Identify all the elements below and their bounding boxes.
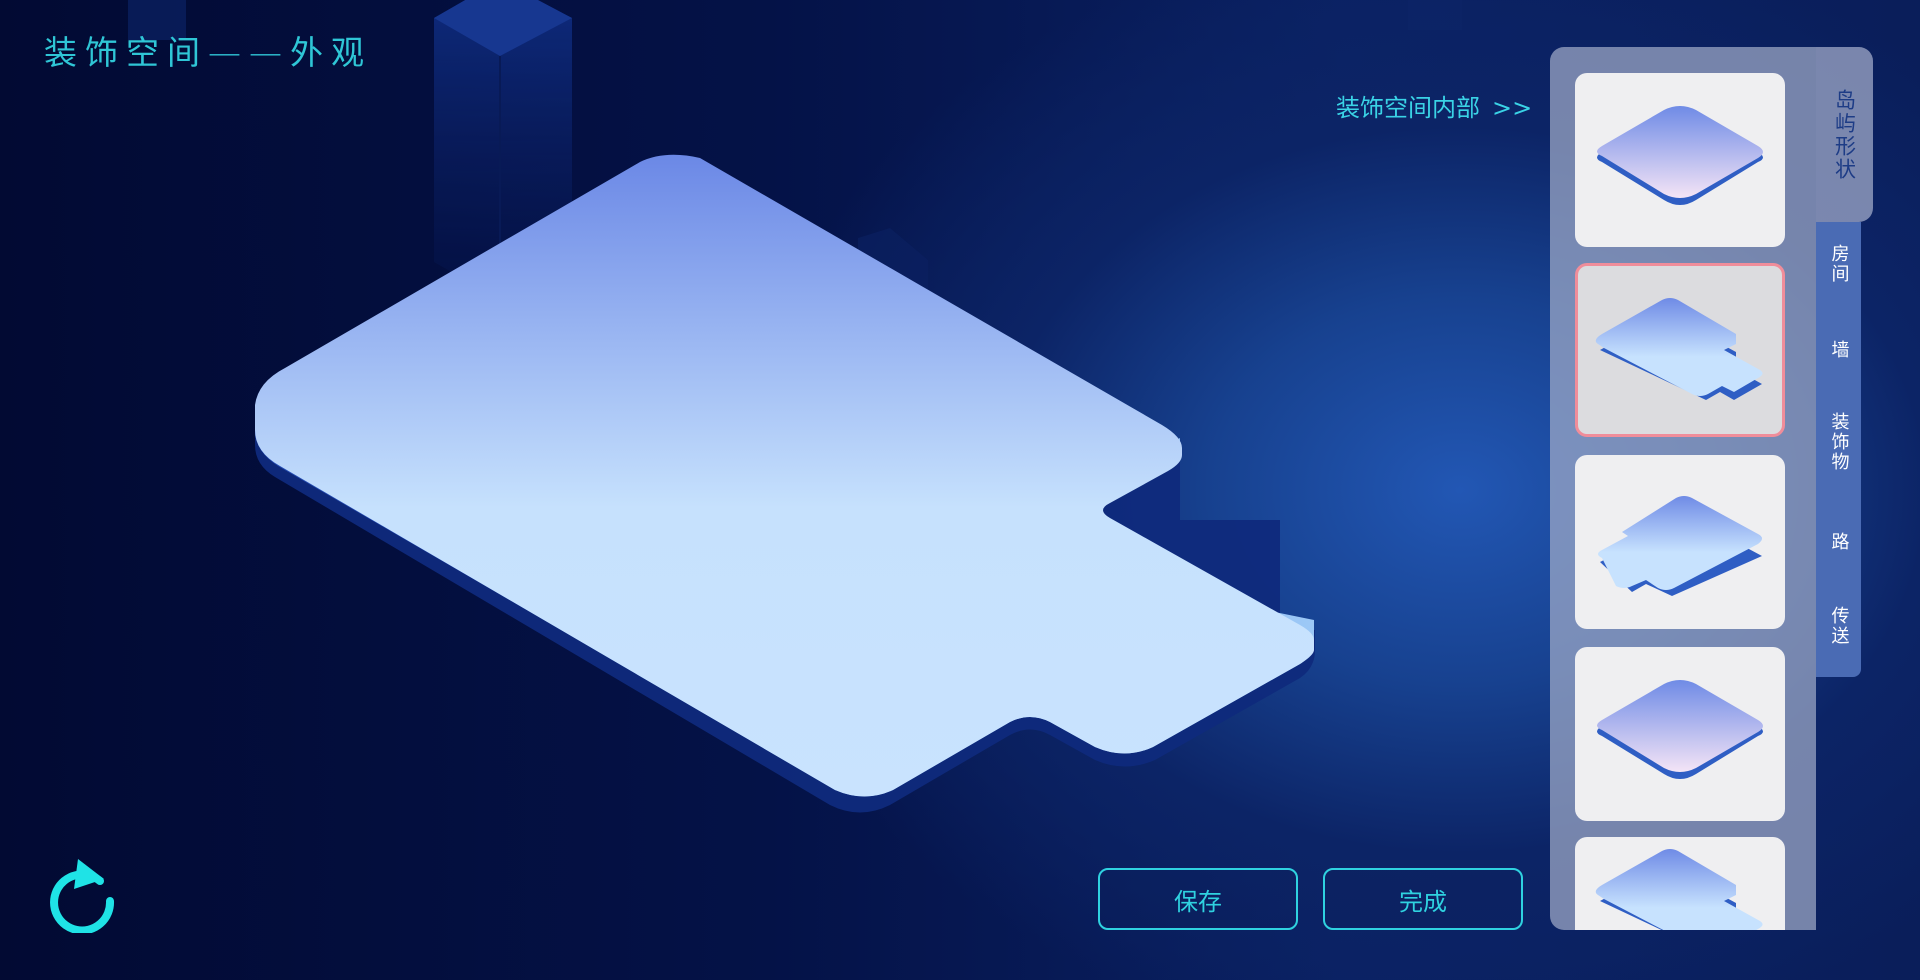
tab-decoration-label: 装饰物 (1828, 412, 1850, 472)
interior-link[interactable]: 装饰空间内部 >> (1336, 88, 1532, 123)
double-chevron-right-icon: >> (1492, 94, 1533, 122)
shape-panel[interactable] (1550, 47, 1816, 930)
tab-island-shape-label: 岛屿形状 (1832, 88, 1857, 181)
shape-card-1[interactable] (1575, 73, 1785, 247)
tab-road-label: 路 (1828, 532, 1850, 552)
rounded-diamond-island-icon (1597, 106, 1763, 205)
notched-right-island-icon (1595, 849, 1763, 930)
tab-room[interactable]: 房间 (1816, 244, 1861, 284)
category-tabs: 房间 墙 装饰物 路 传送 (1816, 222, 1861, 677)
shape-card-4[interactable] (1575, 647, 1785, 821)
tab-island-shape[interactable]: 岛屿形状 (1816, 47, 1873, 222)
shape-card-2[interactable] (1575, 263, 1785, 437)
tab-teleport[interactable]: 传送 (1816, 606, 1861, 646)
tab-road[interactable]: 路 (1816, 532, 1861, 552)
done-button[interactable]: 完成 (1323, 868, 1523, 930)
tab-wall-label: 墙 (1828, 340, 1850, 360)
island-preview (255, 154, 1315, 813)
refresh-button[interactable] (44, 855, 120, 937)
shape-card-3[interactable] (1575, 455, 1785, 629)
tab-decoration[interactable]: 装饰物 (1816, 412, 1861, 472)
tab-room-label: 房间 (1828, 244, 1850, 284)
notched-right-island-icon (1595, 298, 1763, 400)
notched-left-island-icon (1598, 496, 1762, 596)
shape-card-5[interactable] (1575, 837, 1785, 930)
tab-teleport-label: 传送 (1828, 606, 1850, 646)
page-title: 装饰空间——外观 (44, 33, 372, 72)
tab-wall[interactable]: 墙 (1816, 340, 1861, 360)
save-button[interactable]: 保存 (1098, 868, 1298, 930)
refresh-icon (50, 859, 115, 935)
interior-link-label: 装饰空间内部 (1336, 94, 1480, 122)
rounded-diamond-island-icon (1597, 680, 1763, 779)
